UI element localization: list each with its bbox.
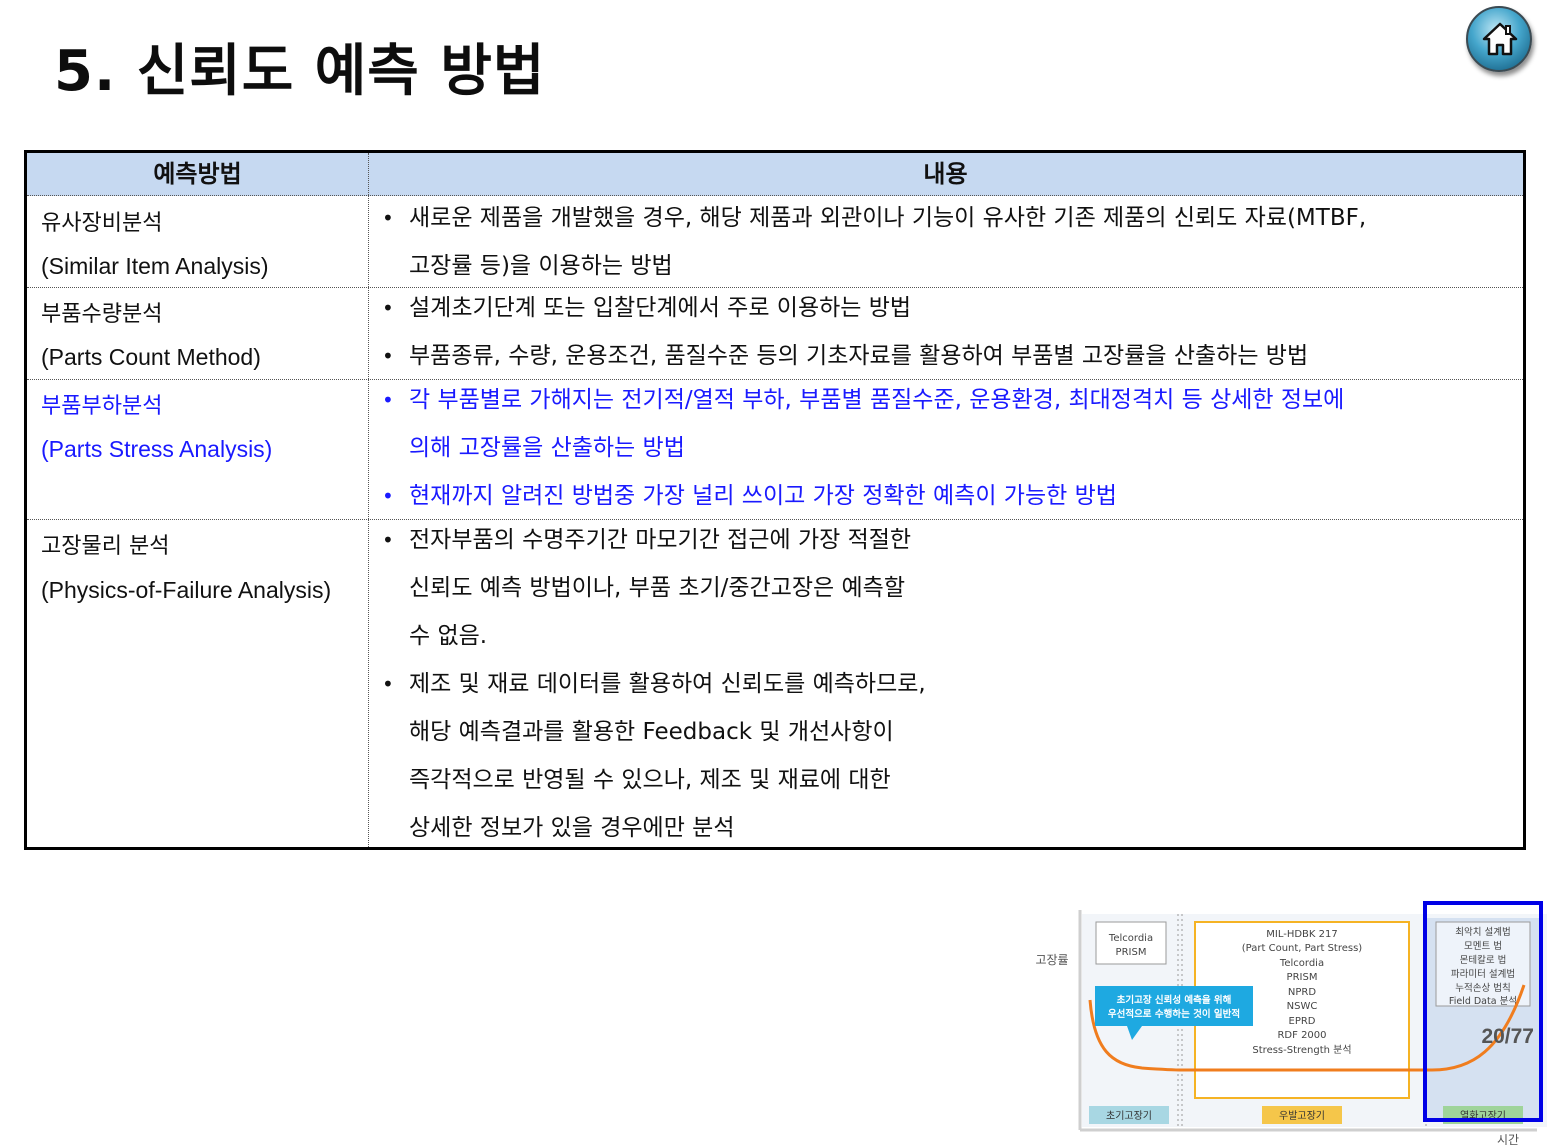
svg-text:RDF 2000: RDF 2000: [1277, 1030, 1326, 1041]
svg-text:최악치 설계법: 최악치 설계법: [1455, 926, 1510, 938]
column-divider: [368, 153, 369, 847]
svg-text:초기고장기: 초기고장기: [1106, 1110, 1152, 1122]
svg-text:(Part Count, Part Stress): (Part Count, Part Stress): [1242, 943, 1363, 954]
table-row: 부품부하분석 (Parts Stress Analysis) • 각 부품별로 가…: [27, 379, 1523, 520]
header-method: 예측방법: [153, 160, 242, 188]
svg-text:파라미터 설계법: 파라미터 설계법: [1451, 968, 1515, 980]
callout-line: 초기고장 신뢰성 예측을 위해: [1117, 994, 1232, 1006]
svg-text:NPRD: NPRD: [1288, 987, 1316, 998]
svg-text:모멘트 법: 모멘트 법: [1464, 941, 1502, 952]
method-name-en: (Parts Count Method): [41, 344, 261, 370]
y-axis-label: 고장률: [1035, 953, 1068, 967]
home-button[interactable]: [1466, 6, 1532, 72]
svg-text:Field Data 분석: Field Data 분석: [1449, 996, 1517, 1007]
table-row: 부품수량분석 (Parts Count Method) • 설계초기단계 또는 입…: [27, 287, 1523, 380]
svg-text:우발고장기: 우발고장기: [1279, 1110, 1325, 1122]
method-name-ko: 부품부하분석: [41, 394, 163, 419]
svg-text:PRISM: PRISM: [1116, 947, 1147, 958]
method-name-en: (Parts Stress Analysis): [41, 436, 273, 462]
svg-text:몬테칼로 법: 몬테칼로 법: [1460, 955, 1507, 966]
svg-text:MIL-HDBK 217: MIL-HDBK 217: [1266, 929, 1337, 940]
svg-text:Stress-Strength 분석: Stress-Strength 분석: [1252, 1044, 1351, 1056]
callout-line: 우선적으로 수행하는 것이 일반적: [1108, 1008, 1240, 1020]
method-name-ko: 부품수량분석: [41, 302, 163, 327]
header-content: 내용: [923, 160, 968, 188]
callout-box: [1095, 986, 1253, 1026]
page-number: 20/77: [1481, 1025, 1534, 1048]
x-axis-label: 시간: [1497, 1133, 1519, 1145]
svg-text:누적손상 법칙: 누적손상 법칙: [1455, 982, 1510, 994]
table-header-row: 예측방법 내용: [27, 153, 1523, 196]
svg-text:Telcordia: Telcordia: [1279, 958, 1324, 969]
method-name-en: (Physics-of-Failure Analysis): [41, 577, 332, 603]
page-title: 5. 신뢰도 예측 방법: [54, 39, 546, 104]
svg-text:Telcordia: Telcordia: [1108, 933, 1153, 944]
table-row: 고장물리 분석 (Physics-of-Failure Analysis) • 전…: [27, 519, 1547, 1145]
method-name-ko: 고장물리 분석: [41, 534, 170, 559]
table-row: 유사장비분석 (Similar Item Analysis) • 새로운 제품을 …: [27, 195, 1523, 288]
svg-text:NSWC: NSWC: [1287, 1001, 1318, 1012]
home-icon: [1482, 22, 1518, 56]
svg-text:EPRD: EPRD: [1289, 1016, 1316, 1027]
bathtub-curve-diagram: 고장률 시간 Telcordia PRISM MIL-HDBK 217 (Par…: [1035, 901, 1547, 1145]
prediction-method-table: 예측방법 내용 유사장비분석 (Similar Item Analysis) •…: [24, 150, 1547, 1145]
method-name-ko: 유사장비분석: [41, 211, 163, 236]
method-name-en: (Similar Item Analysis): [41, 253, 269, 279]
svg-text:PRISM: PRISM: [1287, 972, 1318, 983]
